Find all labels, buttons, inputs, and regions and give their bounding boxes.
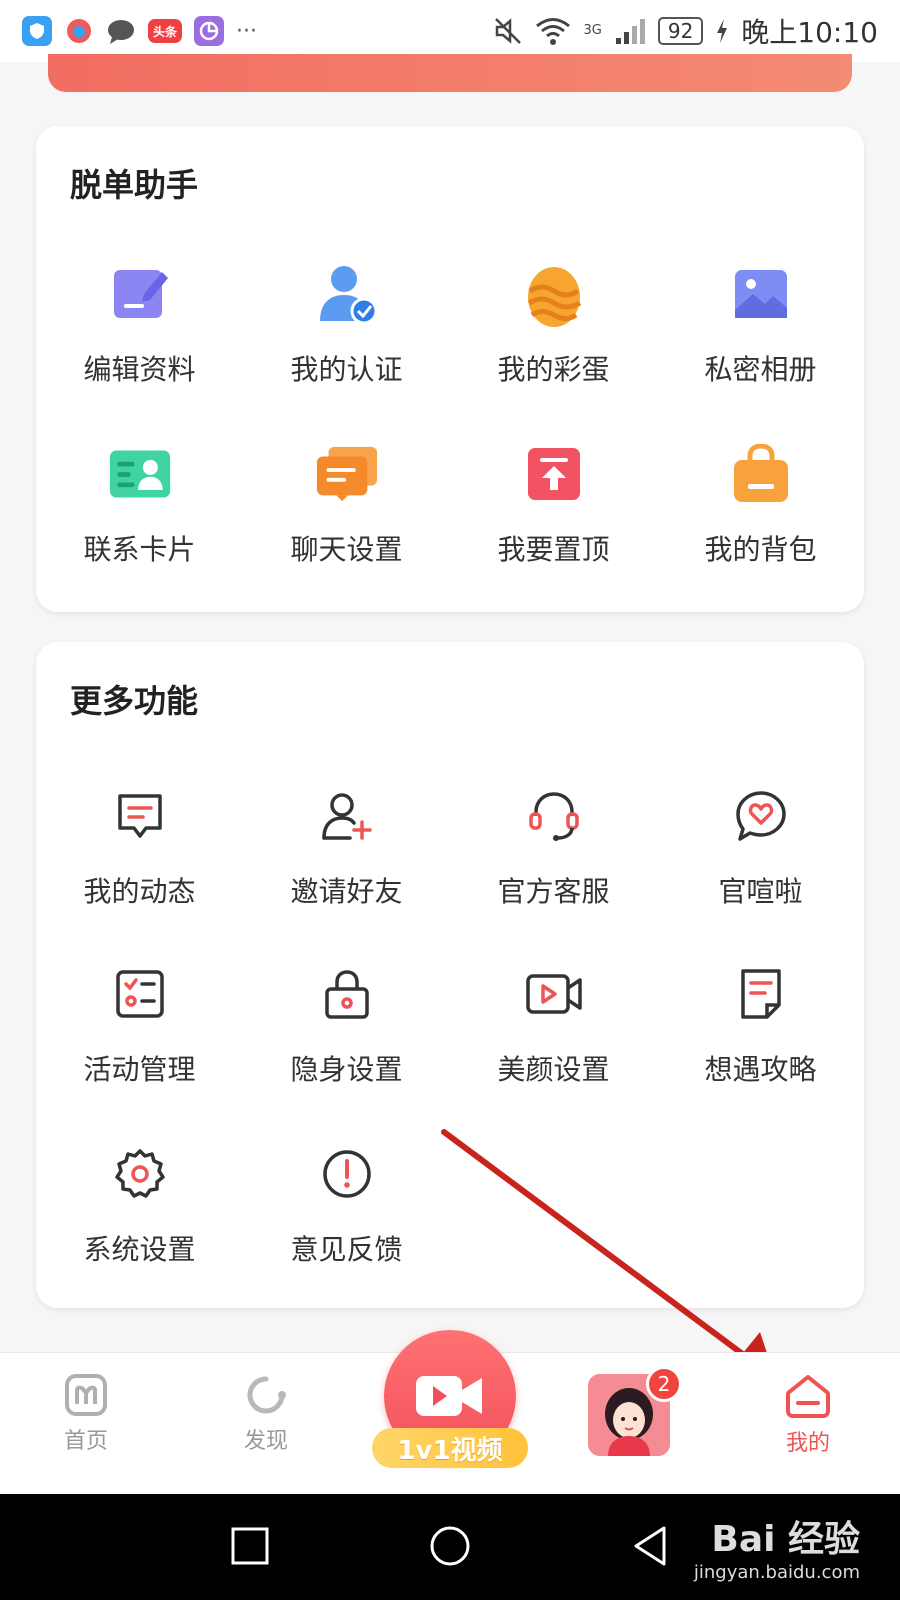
watermark-sub: jingyan.baidu.com [693, 1562, 860, 1583]
battery-level: 92 [657, 17, 704, 45]
invite-friend-icon [315, 784, 379, 848]
notification-badge: 2 [646, 1366, 682, 1402]
grid-item-system-settings[interactable]: 系统设置 [36, 1142, 243, 1268]
nav-discover[interactable]: 发现 [244, 1373, 288, 1455]
grid-label: 我的背包 [704, 533, 817, 566]
discover-icon [247, 1376, 286, 1414]
easter-egg-icon [522, 262, 586, 327]
video-camera-icon [416, 1376, 482, 1416]
nav-home[interactable]: 首页 [64, 1373, 108, 1455]
backpack-icon [729, 442, 793, 506]
gear-icon [108, 1142, 172, 1206]
grid-item-pin-top[interactable]: 我要置顶 [450, 442, 657, 568]
grid-item-heart-bubble[interactable]: 官喧啦 [657, 784, 864, 910]
grid-label: 想遇攻略 [704, 1053, 817, 1086]
grid-label: 隐身设置 [290, 1053, 403, 1086]
home-m-icon [65, 1374, 107, 1416]
private-album-icon [729, 262, 793, 326]
grid-label: 私密相册 [704, 353, 817, 386]
video-call-label[interactable]: 1v1视频 [372, 1428, 528, 1468]
nav-label: 首页 [64, 1429, 109, 1454]
grid-item-backpack[interactable]: 我的背包 [657, 442, 864, 568]
contact-card-icon [108, 442, 172, 506]
grid-label: 意见反馈 [290, 1233, 403, 1266]
nav-mine[interactable]: 我的 [784, 1373, 832, 1457]
my-posts-icon [108, 784, 172, 848]
grid-item-edit-profile[interactable]: 编辑资料 [36, 262, 243, 388]
toutiao-app-icon: 头条 [148, 19, 182, 43]
mine-house-icon [786, 1375, 830, 1418]
verified-user-icon [315, 262, 379, 326]
grid-item-invite-friend[interactable]: 邀请好友 [243, 784, 450, 910]
activity-manage-icon [108, 962, 172, 1026]
more-features-card: 更多功能 我的动态 邀请好友 官方客服 官喧啦 活动管理 隐身设置 美颜设置 想… [36, 642, 864, 1308]
home-button[interactable] [428, 1524, 472, 1568]
assistant-card: 脱单助手 编辑资料 我的认证 我的彩蛋 私密相册 联系卡片 聊天设置 我要置顶 … [36, 126, 864, 612]
grid-item-verification[interactable]: 我的认证 [243, 262, 450, 388]
charging-icon [717, 19, 728, 43]
grid-item-easter-egg[interactable]: 我的彩蛋 [450, 262, 657, 388]
grid-item-feedback[interactable]: 意见反馈 [243, 1142, 450, 1268]
more-notifications: ··· [236, 18, 257, 44]
message-app-icon [106, 16, 136, 46]
grid-item-my-posts[interactable]: 我的动态 [36, 784, 243, 910]
lock-icon [315, 962, 379, 1026]
grid-label: 邀请好友 [290, 875, 403, 908]
heart-bubble-icon [729, 784, 793, 848]
watermark-main: Bai 经验 [711, 1519, 860, 1560]
network-type: 3G [583, 23, 602, 38]
chat-settings-icon [315, 442, 379, 506]
grid-item-activity-manage[interactable]: 活动管理 [36, 962, 243, 1088]
signal-icon [615, 19, 645, 44]
notification-icons: 头条 ··· [0, 16, 257, 46]
beauty-camera-icon [522, 962, 586, 1026]
edit-profile-icon [108, 262, 172, 326]
grid-label: 聊天设置 [290, 533, 403, 566]
grid-item-private-album[interactable]: 私密相册 [657, 262, 864, 388]
customer-service-icon [522, 784, 586, 848]
grid-label: 我的认证 [290, 353, 403, 386]
recent-apps-button[interactable] [230, 1526, 270, 1566]
grid-label: 我要置顶 [497, 533, 610, 566]
nav-label: 发现 [244, 1429, 289, 1454]
section-title: 更多功能 [70, 682, 199, 720]
watermark: Bai 经验 jingyan.baidu.com [694, 1510, 860, 1583]
grid-label: 官方客服 [497, 875, 610, 908]
status-bar: 头条 ··· 3G 92 晚上10:10 [0, 0, 900, 62]
pin-top-icon [522, 442, 586, 506]
guide-doc-icon [729, 962, 793, 1026]
clock: 晚上10:10 [741, 16, 878, 49]
grid-item-beauty-settings[interactable]: 美颜设置 [450, 962, 657, 1088]
grid-label: 编辑资料 [83, 353, 196, 386]
mute-icon [495, 18, 522, 44]
nav-label: 我的 [785, 1431, 830, 1456]
grid-label: 官喧啦 [718, 875, 803, 908]
top-banner[interactable] [48, 54, 852, 92]
grid-label: 美颜设置 [497, 1053, 610, 1086]
grid-item-customer-service[interactable]: 官方客服 [450, 784, 657, 910]
wifi-icon [536, 18, 571, 45]
grid-label: 我的彩蛋 [497, 353, 610, 386]
shield-app-icon [22, 16, 52, 46]
feedback-icon [315, 1142, 379, 1206]
weibo-app-icon [64, 16, 94, 46]
section-title: 脱单助手 [70, 166, 199, 204]
grid-label: 联系卡片 [83, 533, 196, 566]
grid-item-guide[interactable]: 想遇攻略 [657, 962, 864, 1088]
grid-label: 我的动态 [83, 875, 196, 908]
grid-label: 系统设置 [83, 1233, 196, 1266]
grid-item-chat-settings[interactable]: 聊天设置 [243, 442, 450, 568]
chart-app-icon [194, 16, 224, 46]
back-button[interactable] [630, 1524, 670, 1568]
grid-item-contact-card[interactable]: 联系卡片 [36, 442, 243, 568]
grid-label: 活动管理 [83, 1053, 196, 1086]
grid-item-invisible-settings[interactable]: 隐身设置 [243, 962, 450, 1088]
